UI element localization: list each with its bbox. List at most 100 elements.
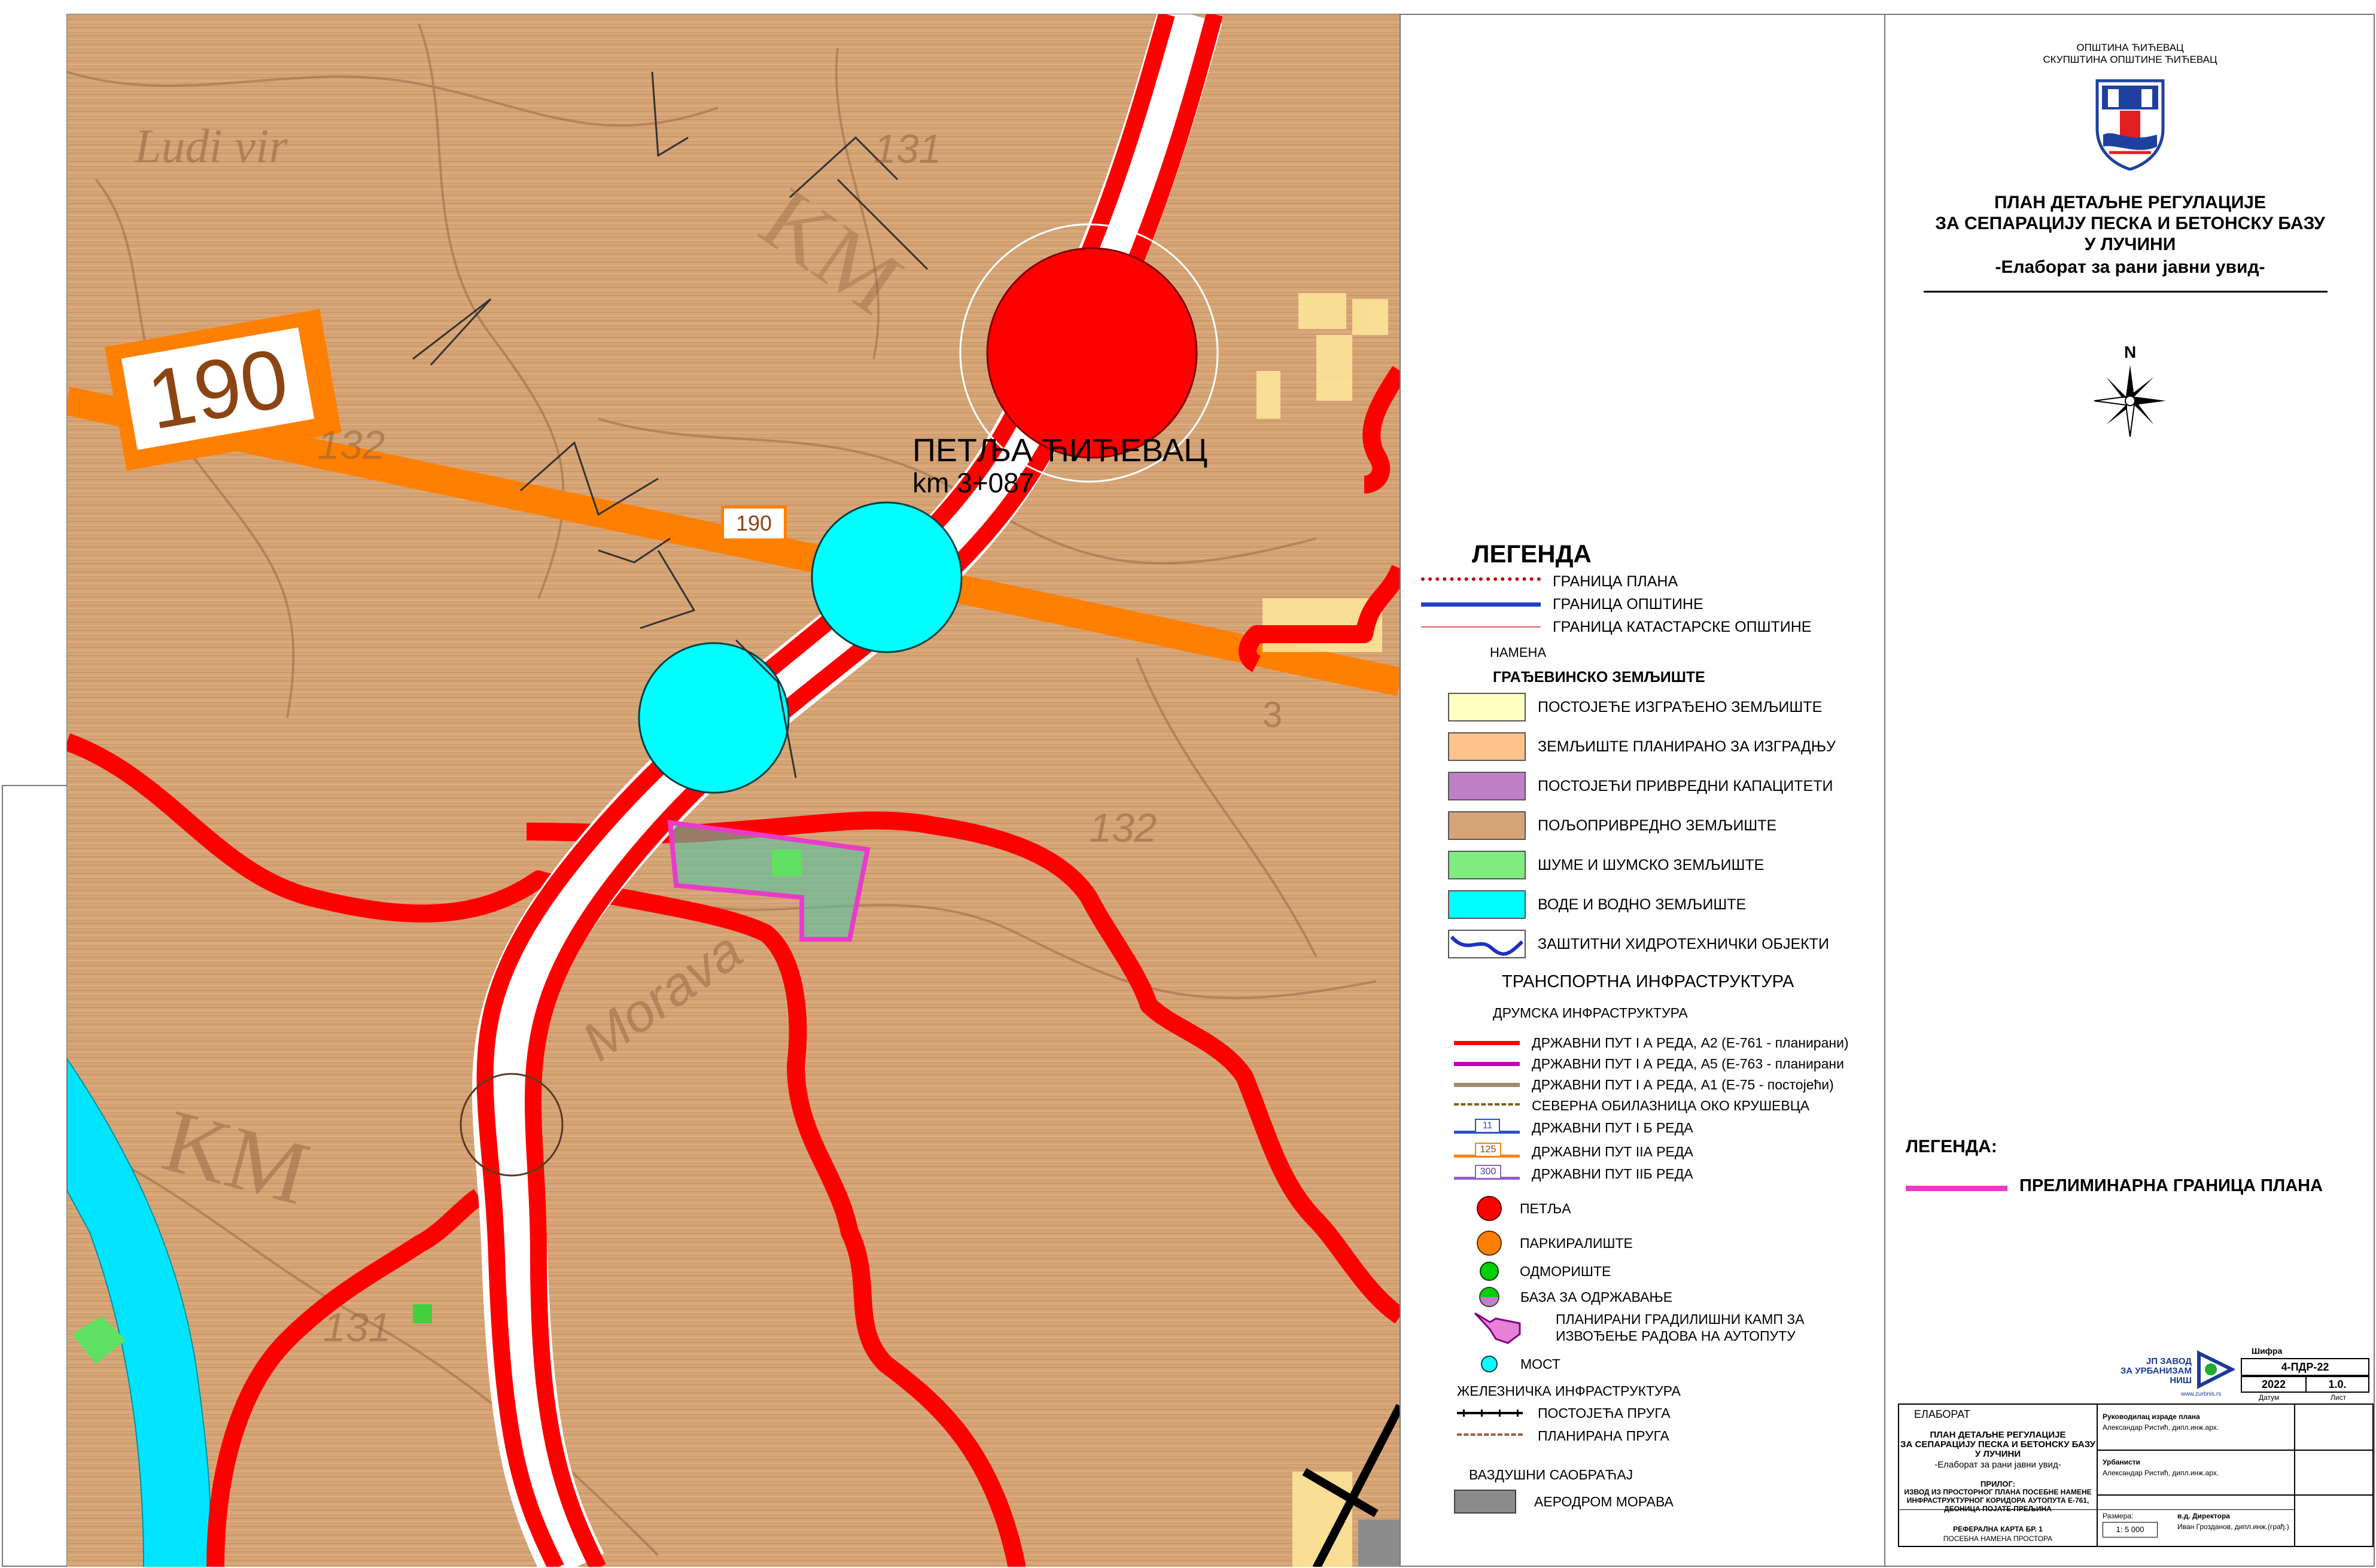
- legend-label: ДРЖАВНИ ПУТ I Б РЕДА: [1532, 1119, 1693, 1135]
- junction-name: ПЕТЉА ЋИЋЕВАЦ: [912, 433, 1208, 468]
- legend-label: ЗЕМЉИШТЕ ПЛАНИРАНО ЗА ИЗГРАДЊУ: [1538, 738, 1836, 755]
- map-ref-2: ПОСЕБНА НАМЕНА ПРОСТОРА: [1943, 1534, 2053, 1543]
- bridge-circle-1[interactable]: [811, 501, 963, 653]
- topo-label-ludi-vir: Ludi vir: [135, 120, 288, 173]
- legend-row-point-1: ПАРКИРАЛИШТЕ: [1412, 1225, 1633, 1261]
- topo-label-131: 131: [874, 126, 942, 172]
- swatch-planned-land: [1448, 732, 1526, 761]
- road-badge-small: 190: [721, 506, 787, 541]
- institute-logo: ЈП ЗАВОД ЗА УРБАНИЗАМ НИШ www.zurbnis.rs: [2109, 1343, 2235, 1403]
- legend-row-rail-1: ПЛАНИРАНА ПРУГА: [1412, 1424, 1669, 1448]
- legend-row-point-0: ПЕТЉА: [1412, 1191, 1571, 1226]
- legend-label: ДРЖАВНИ ПУТ I А РЕДА, А2 (Е-761 - планир…: [1532, 1034, 1849, 1051]
- version-value: 1.0.: [2328, 1378, 2347, 1390]
- legend-row-rail-0: ПОСТОЈЕЋА ПРУГА: [1412, 1401, 1671, 1425]
- director-name: Иван Грозданов, дипл.инж.(грађ.): [2177, 1523, 2289, 1531]
- maintenance-base-dot-icon: [1479, 1287, 1499, 1307]
- attachment-4: ДЕОНИЦА ПОЈАТЕ-ПРЕЉИНА: [1944, 1505, 2052, 1513]
- road-badge-icon: 125: [1454, 1143, 1520, 1161]
- airport-swatch: [1454, 1490, 1516, 1514]
- legend-row-road-5: 125 ДРЖАВНИ ПУТ IIА РЕДА: [1412, 1140, 1693, 1164]
- legend-row-land-use-4: ШУМЕ И ШУМСКО ЗЕМЉИШТЕ: [1412, 847, 1764, 883]
- road-number-190: 190: [141, 330, 295, 447]
- bridge-circle-2[interactable]: [638, 642, 790, 794]
- legend-row-bridge: МОСТ: [1412, 1352, 1560, 1376]
- stamp-table: ЕЛАБОРАТ ПЛАН ДЕТАЉНЕ РЕГУЛАЦИЈЕ ЗА СЕПА…: [1898, 1403, 2374, 1547]
- rest-area-dot-icon: [1480, 1262, 1499, 1281]
- code-label: Шифра: [2252, 1346, 2283, 1356]
- plan-title-3: У ЛУЧИНИ: [2084, 235, 2176, 254]
- interchange-dot-icon: [1477, 1196, 1502, 1221]
- legend-label: ВОДЕ И ВОДНО ЗЕМЉИШТЕ: [1538, 896, 1747, 913]
- legend-label: ДРЖАВНИ ПУТ IIА РЕДА: [1532, 1143, 1693, 1159]
- legend-label: ГРАНИЦА КАТАСТАРСКЕ ОПШТИНЕ: [1553, 618, 1812, 635]
- legend-label: ПЛАНИРАНА ПРУГА: [1538, 1427, 1669, 1444]
- elaborat-label: ЕЛАБОРАТ: [1914, 1408, 1970, 1420]
- code-value: 4-ПДР-22: [2281, 1361, 2329, 1373]
- legend-label: МОСТ: [1520, 1356, 1560, 1372]
- secondary-legend: ЛЕГЕНДА: ПРЕЛИМИНАРНА ГРАНИЦА ПЛАНА: [1906, 1137, 2360, 1208]
- legend-row-road-0: ДРЖАВНИ ПУТ I А РЕДА, А2 (Е-761 - планир…: [1412, 1031, 1849, 1055]
- legend-label: ПОЉОПРИВРЕДНО ЗЕМЉИШТЕ: [1538, 817, 1777, 834]
- legend-label: ДРЖАВНИ ПУТ I А РЕДА, А1 (Е-75 - постоје…: [1532, 1076, 1834, 1092]
- scale-value: 1: 5 000: [2116, 1525, 2144, 1534]
- plan-title-2: ЗА СЕПАРАЦИЈУ ПЕСКА И БЕТОНСКУ БАЗУ: [1935, 214, 2325, 233]
- small-title-1: ПЛАН ДЕТАЉНЕ РЕГУЛАЦИЈЕ: [1930, 1430, 2066, 1440]
- road-line-icon: [1454, 1082, 1520, 1087]
- legend-label: ИЗВОЂЕЊЕ РАДОВА НА АУТОПУТУ: [1556, 1328, 1796, 1344]
- code-box: Шифра 4-ПДР-22 2022 1.0. Датум Лист: [2241, 1346, 2374, 1403]
- junction-km: km 3+087: [912, 467, 1035, 498]
- swatch-agricultural: [1448, 811, 1526, 840]
- plan-subtitle: -Елаборат за рани јавни увид-: [1995, 257, 2265, 277]
- institute-name-1: ЈП ЗАВОД: [2146, 1356, 2192, 1366]
- legend-label: ПЛАНИРАНИ ГРАДИЛИШНИ КАМП ЗА: [1556, 1311, 1805, 1327]
- preliminary-boundary-swatch: [1906, 1186, 2007, 1191]
- legend-label: ПОСТОЈЕЋА ПРУГА: [1538, 1405, 1671, 1421]
- topo-label-132-a: 132: [317, 422, 385, 468]
- interchange-circle[interactable]: [986, 247, 1198, 459]
- swatch-industrial: [1448, 772, 1526, 800]
- legend-label: ОДМОРИШТЕ: [1520, 1263, 1611, 1279]
- topo-label-132-b: 132: [1089, 805, 1157, 851]
- building-land-header: ГРАЂЕВИНСКО ЗЕМЉИШТЕ: [1493, 669, 1705, 686]
- camp-icon: [1474, 1312, 1521, 1344]
- north-arrow-icon: [2094, 365, 2166, 437]
- legend-row-point-3: БАЗА ЗА ОДРЖАВАЊЕ: [1412, 1285, 1672, 1309]
- urban-label: Урбанисти: [2103, 1458, 2140, 1466]
- legend-row-road-6: 300 ДРЖАВНИ ПУТ IIБ РЕДА: [1412, 1162, 1693, 1186]
- north-label: N: [2124, 343, 2137, 361]
- institute-name-3: НИШ: [2170, 1375, 2192, 1386]
- transport-header: ТРАНСПОРТНА ИНФРАСТРУКТУРА: [1502, 972, 1794, 991]
- legend-row-road-1: ДРЖАВНИ ПУТ I А РЕДА, А5 (Е-763 - планир…: [1412, 1052, 1844, 1076]
- legend-label: ПОСТОЈЕЋЕ ИЗГРАЂЕНО ЗЕМЉИШТЕ: [1538, 698, 1823, 716]
- legend-row-land-use-0: ПОСТОЈЕЋЕ ИЗГРАЂЕНО ЗЕМЉИШТЕ: [1412, 689, 1822, 725]
- small-title-3: У ЛУЧИНИ: [1975, 1449, 2021, 1459]
- municipality-name: ОПШТИНА ЋИЋЕВАЦ: [2076, 42, 2184, 53]
- road-number-190-small: 190: [735, 511, 772, 535]
- bridge-dot-icon: [1481, 1356, 1498, 1372]
- scale-label: Размера:: [2103, 1512, 2134, 1520]
- legend-row-land-use-1: ЗЕМЉИШТЕ ПЛАНИРАНО ЗА ИЗГРАДЊУ: [1412, 729, 1836, 765]
- legend-label: АЕРОДРОМ МОРАВА: [1534, 1493, 1674, 1509]
- legend-label: СЕВЕРНА ОБИЛАЗНИЦА ОКО КРУШЕВЦА: [1532, 1097, 1810, 1113]
- institute-name-2: ЗА УРБАНИЗАМ: [2120, 1366, 2192, 1376]
- legend-row-land-use-6: ЗАШТИТНИ ХИДРОТЕХНИЧКИ ОБЈЕКТИ: [1412, 926, 1829, 962]
- secondary-legend-title: ЛЕГЕНДА:: [1906, 1137, 1997, 1156]
- legend-label: ДРЖАВНИ ПУТ IIБ РЕДА: [1532, 1165, 1693, 1182]
- director-label: в.д. Директора: [2177, 1512, 2230, 1520]
- legend-label: ПОСТОЈЕЋИ ПРИВРЕДНИ КАПАЦИТЕТИ: [1538, 777, 1833, 794]
- forest-patch: [772, 850, 802, 876]
- preliminary-boundary-label: ПРЕЛИМИНАРНА ГРАНИЦА ПЛАНА: [2019, 1176, 2323, 1195]
- swatch-built-land: [1448, 693, 1526, 721]
- legend-row-road-2: ДРЖАВНИ ПУТ I А РЕДА, А1 (Е-75 - постоје…: [1412, 1073, 1834, 1097]
- legend-label: ЗАШТИТНИ ХИДРОТЕХНИЧКИ ОБЈЕКТИ: [1538, 935, 1829, 952]
- legend-row-camp: ПЛАНИРАНИ ГРАДИЛИШНИ КАМП ЗА ИЗВОЂЕЊЕ РА…: [1448, 1310, 1879, 1352]
- small-subtitle: -Елаборат за рани јавни увид-: [1934, 1460, 2061, 1470]
- swatch-water: [1448, 890, 1526, 919]
- blue-line-icon: [1421, 602, 1541, 607]
- legend-label: ПЕТЉА: [1520, 1200, 1571, 1216]
- title-underline: [1924, 291, 2328, 293]
- assembly-name: СКУПШТИНА ОПШТИНЕ ЋИЋЕВАЦ: [2043, 54, 2217, 65]
- road-line-icon: [1454, 1061, 1520, 1066]
- planned-rail-icon: [1457, 1433, 1523, 1438]
